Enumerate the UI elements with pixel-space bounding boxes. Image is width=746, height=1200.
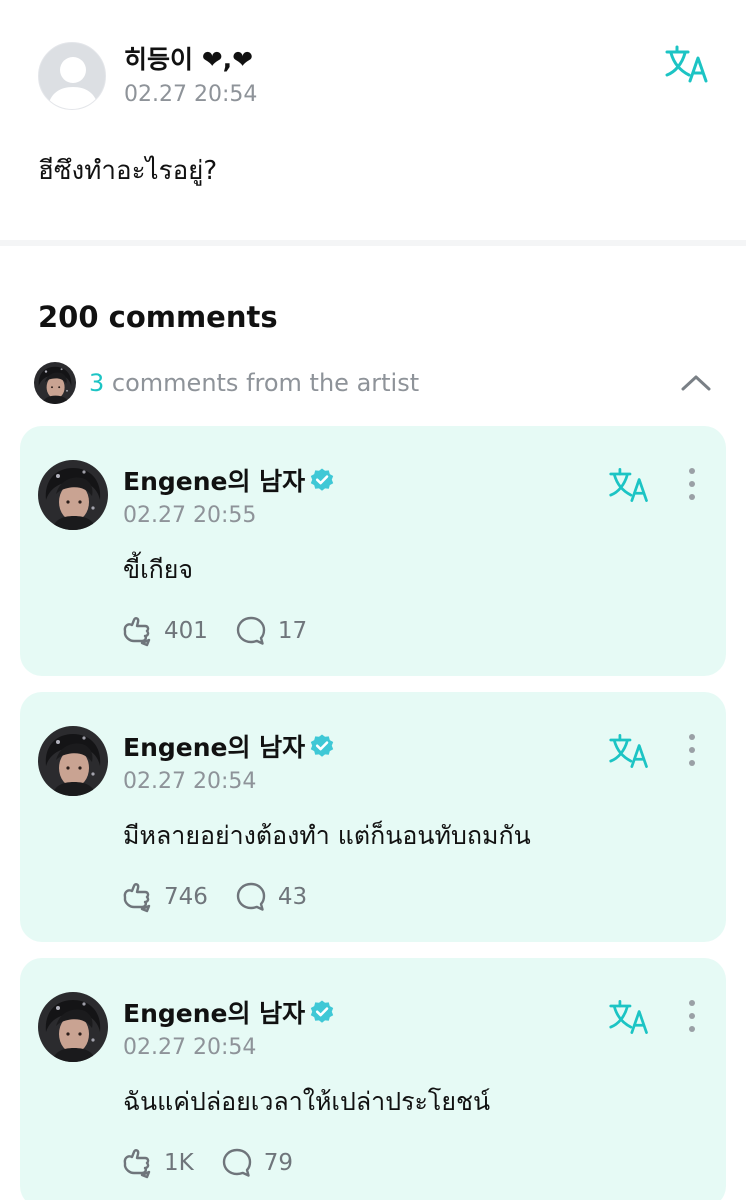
verified-badge-icon bbox=[309, 999, 335, 1025]
like-hand-icon bbox=[120, 614, 154, 648]
more-vertical-icon[interactable] bbox=[684, 466, 700, 502]
artist-avatar[interactable] bbox=[38, 460, 108, 530]
like-hand-icon bbox=[120, 880, 154, 914]
artist-comment-card: Engene의 남자 02.27 20:54 ฉันแค่ปล่อยเวลาให… bbox=[20, 958, 726, 1200]
artist-avatar bbox=[34, 362, 76, 404]
artist-comments-toggle[interactable]: 3 comments from the artist bbox=[34, 360, 724, 406]
translate-icon[interactable] bbox=[664, 44, 712, 84]
comment-timestamp: 02.27 20:54 bbox=[123, 1035, 257, 1060]
comment-author-name: Engene의 남자 bbox=[123, 467, 306, 496]
artist-avatar[interactable] bbox=[38, 992, 108, 1062]
reply-count: 43 bbox=[277, 884, 308, 910]
comment-body: มีหลายอย่างต้องทำ แต่ก็นอนทับถมกัน bbox=[123, 821, 531, 850]
artist-comment-card: Engene의 남자 02.27 20:55 ขี้เกียจ 401 17 bbox=[20, 426, 726, 676]
reply-button[interactable]: 17 bbox=[234, 614, 307, 648]
comment-body: ขี้เกียจ bbox=[123, 555, 194, 584]
translate-icon[interactable] bbox=[608, 998, 652, 1036]
comment-author[interactable]: Engene의 남자 bbox=[123, 462, 335, 498]
comment-timestamp: 02.27 20:54 bbox=[123, 769, 257, 794]
comment-bubble-icon bbox=[220, 1146, 254, 1180]
artist-comments-count: 3 bbox=[89, 369, 105, 397]
artist-avatar[interactable] bbox=[38, 726, 108, 796]
chevron-up-icon[interactable] bbox=[678, 368, 714, 398]
post: 히등이 ❤,❤ 02.27 20:54 ฮีซึงทำอะไรอยู่? bbox=[0, 0, 746, 240]
section-divider bbox=[0, 240, 746, 246]
more-vertical-icon[interactable] bbox=[684, 998, 700, 1034]
like-count: 1K bbox=[164, 1150, 194, 1176]
like-button[interactable]: 746 bbox=[120, 880, 208, 914]
comment-body: ฉันแค่ปล่อยเวลาให้เปล่าประโยชน์ bbox=[123, 1087, 491, 1116]
post-timestamp: 02.27 20:54 bbox=[124, 82, 258, 107]
comment-author-name: Engene의 남자 bbox=[123, 733, 306, 762]
verified-badge-icon bbox=[309, 733, 335, 759]
author-avatar[interactable] bbox=[38, 42, 106, 110]
artist-comments-text: comments from the artist bbox=[104, 369, 420, 397]
comment-author[interactable]: Engene의 남자 bbox=[123, 728, 335, 764]
comments-count-heading: 200 comments bbox=[38, 300, 278, 334]
verified-badge-icon bbox=[309, 467, 335, 493]
comment-bubble-icon bbox=[234, 614, 268, 648]
comment-timestamp: 02.27 20:55 bbox=[123, 503, 257, 528]
comment-stats: 401 17 bbox=[120, 614, 307, 648]
like-count: 746 bbox=[164, 884, 208, 910]
comment-bubble-icon bbox=[234, 880, 268, 914]
reply-count: 17 bbox=[277, 618, 308, 644]
like-hand-icon bbox=[120, 1146, 154, 1180]
like-button[interactable]: 1K bbox=[120, 1146, 194, 1180]
reply-button[interactable]: 43 bbox=[234, 880, 307, 914]
comment-author[interactable]: Engene의 남자 bbox=[123, 994, 335, 1030]
artist-comments-label[interactable]: 3 comments from the artist bbox=[89, 369, 419, 397]
reply-count: 79 bbox=[263, 1150, 293, 1176]
more-vertical-icon[interactable] bbox=[684, 732, 700, 768]
translate-icon[interactable] bbox=[608, 732, 652, 770]
translate-icon[interactable] bbox=[608, 466, 652, 504]
like-count: 401 bbox=[164, 618, 208, 644]
comment-stats: 1K 79 bbox=[120, 1146, 293, 1180]
artist-comment-card: Engene의 남자 02.27 20:54 มีหลายอย่างต้องทำ… bbox=[20, 692, 726, 942]
like-button[interactable]: 401 bbox=[120, 614, 208, 648]
comment-author-name: Engene의 남자 bbox=[123, 999, 306, 1028]
post-author-name[interactable]: 히등이 ❤,❤ bbox=[124, 40, 253, 76]
post-body: ฮีซึงทำอะไรอยู่? bbox=[38, 156, 218, 186]
reply-button[interactable]: 79 bbox=[220, 1146, 293, 1180]
comment-stats: 746 43 bbox=[120, 880, 307, 914]
